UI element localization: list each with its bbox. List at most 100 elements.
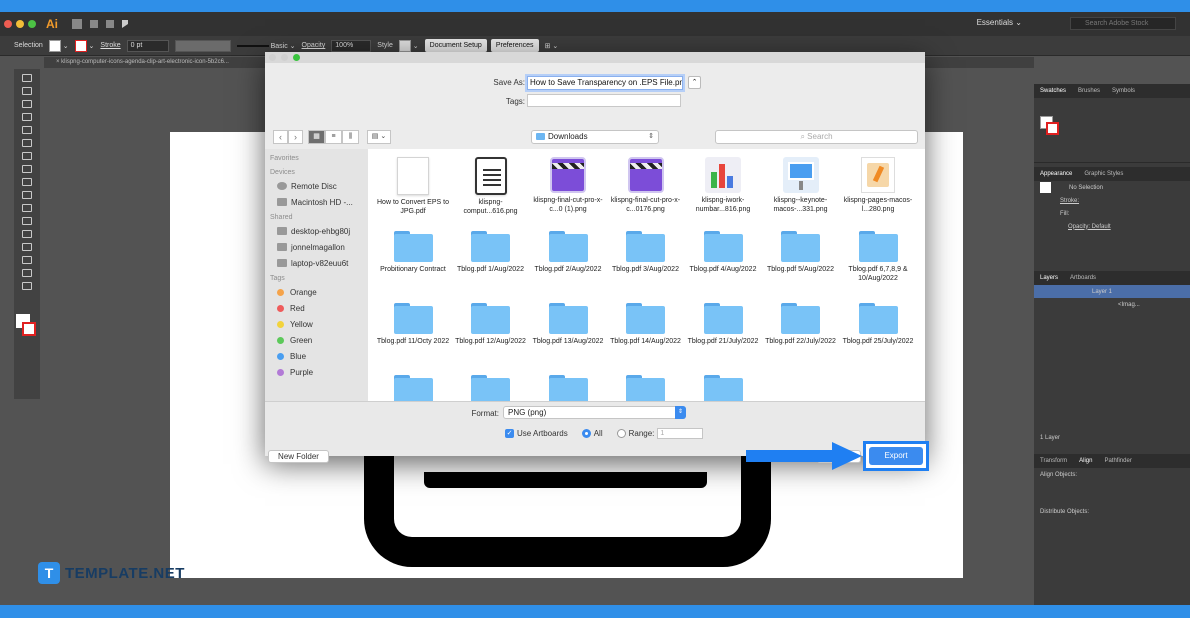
file-item[interactable]: klispng--keynote-macos-...331.png: [762, 157, 840, 214]
tab-pathfinder[interactable]: Pathfinder: [1098, 458, 1137, 464]
tab-layers[interactable]: Layers: [1034, 275, 1064, 281]
opacity-label[interactable]: Opacity: [302, 42, 326, 49]
list-view-button[interactable]: ≡: [325, 130, 342, 144]
column-view-button[interactable]: ⫼: [342, 130, 359, 144]
stock-search-input[interactable]: Search Adobe Stock: [1070, 17, 1176, 30]
dialog-close-icon[interactable]: [269, 54, 276, 61]
sidebar-tag-item[interactable]: Blue: [265, 348, 368, 364]
export-button[interactable]: Export: [869, 447, 923, 465]
tab-appearance[interactable]: Appearance: [1034, 171, 1078, 177]
align-icon[interactable]: ⊞ ⌄: [545, 42, 559, 50]
new-folder-button[interactable]: New Folder: [268, 450, 329, 463]
tab-symbols[interactable]: Symbols: [1106, 88, 1141, 94]
file-item[interactable]: klispng-pages-macos-l...280.png: [839, 157, 917, 214]
rectangle-tool-icon[interactable]: [22, 139, 32, 147]
stock-icon[interactable]: [90, 20, 98, 28]
arrange-documents-icon[interactable]: [106, 20, 114, 28]
paintbrush-tool-icon[interactable]: [22, 152, 32, 160]
type-tool-icon[interactable]: [22, 113, 32, 121]
bridge-icon[interactable]: [72, 19, 82, 29]
file-item[interactable]: Tblog.pdf 21/July/2022: [684, 303, 762, 346]
gpu-performance-icon[interactable]: [122, 20, 130, 28]
file-item[interactable]: Probitionary Contract: [374, 231, 452, 274]
free-transform-tool-icon[interactable]: [22, 230, 32, 238]
format-dropdown[interactable]: PNG (png) ⇕: [503, 406, 686, 419]
shape-builder-tool-icon[interactable]: [22, 243, 32, 251]
sublayer-row[interactable]: <Imag...: [1034, 298, 1190, 311]
save-as-input[interactable]: How to Save Transparency on .EPS File.pn…: [527, 76, 683, 90]
close-icon[interactable]: [4, 20, 12, 28]
pencil-tool-icon[interactable]: [22, 165, 32, 173]
stroke-color-icon[interactable]: [22, 322, 36, 336]
direct-selection-tool-icon[interactable]: [22, 87, 32, 95]
opacity-field[interactable]: 100%: [331, 39, 372, 52]
file-item[interactable]: Tblog.pdf 3/Aug/2022: [607, 231, 685, 274]
tab-transform[interactable]: Transform: [1034, 458, 1073, 464]
dialog-search-input[interactable]: ⌕ Search: [715, 130, 918, 144]
file-item[interactable]: klispng-final-cut-pro-x-c...0176.png: [607, 157, 685, 214]
fill-swatch[interactable]: ⌄: [48, 39, 69, 52]
file-item[interactable]: [529, 375, 607, 401]
range-input[interactable]: 1: [657, 428, 704, 439]
selection-tool-icon[interactable]: [22, 74, 32, 82]
file-item[interactable]: Tblog.pdf 5/Aug/2022: [762, 231, 840, 274]
file-item[interactable]: Tblog.pdf 4/Aug/2022: [684, 231, 762, 274]
width-tool-icon[interactable]: [22, 217, 32, 225]
tab-artboards[interactable]: Artboards: [1064, 275, 1102, 281]
file-item[interactable]: klispng-comput...616.png: [452, 157, 530, 216]
range-radio[interactable]: [616, 429, 626, 438]
dialog-zoom-icon[interactable]: [293, 54, 300, 61]
minimize-icon[interactable]: [16, 20, 24, 28]
back-button[interactable]: ‹: [273, 130, 288, 144]
brush-definition[interactable]: Basic ⌄: [236, 42, 296, 50]
opacity-row[interactable]: Opacity: Default: [1034, 220, 1190, 233]
scale-tool-icon[interactable]: [22, 204, 32, 212]
sidebar-tag-item[interactable]: Orange: [265, 284, 368, 300]
workspace-switcher[interactable]: Essentials ⌄: [977, 18, 1022, 27]
file-item[interactable]: Tblog.pdf 22/July/2022: [762, 303, 840, 346]
file-item[interactable]: [374, 375, 452, 401]
stroke-label[interactable]: Stroke: [100, 42, 120, 49]
line-tool-icon[interactable]: [22, 126, 32, 134]
forward-button[interactable]: ›: [288, 130, 303, 144]
file-item[interactable]: [607, 375, 685, 401]
sidebar-tag-item[interactable]: Red: [265, 300, 368, 316]
tab-align[interactable]: Align: [1073, 458, 1098, 464]
zoom-icon[interactable]: [28, 20, 36, 28]
expand-dialog-button[interactable]: ⌃: [688, 76, 701, 89]
sidebar-tag-item[interactable]: Yellow: [265, 316, 368, 332]
location-dropdown[interactable]: Downloads ⇕: [531, 130, 659, 144]
sidebar-item-shared[interactable]: jonnelmagallon: [265, 239, 368, 255]
file-item[interactable]: [452, 375, 530, 401]
variable-width-field[interactable]: [174, 39, 231, 52]
all-radio[interactable]: [581, 429, 591, 438]
document-setup-button[interactable]: Document Setup: [424, 39, 487, 52]
file-item[interactable]: klispng-iwork-numbar...816.png: [684, 157, 762, 214]
tags-input[interactable]: [527, 94, 681, 107]
file-item[interactable]: Tblog.pdf 11/Octy 2022: [374, 303, 452, 346]
file-item[interactable]: Tblog.pdf 14/Aug/2022: [607, 303, 685, 346]
graphic-style-swatch[interactable]: ⌄: [398, 39, 419, 52]
swatch-stroke-icon[interactable]: [1046, 122, 1059, 135]
sidebar-item-shared[interactable]: laptop-v82euu6t: [265, 255, 368, 271]
file-item[interactable]: [684, 375, 762, 401]
fill-row[interactable]: Fill:: [1034, 207, 1190, 220]
file-item[interactable]: klispng-final-cut-pro-x-c...0 (1).png: [529, 157, 607, 214]
file-item[interactable]: Tblog.pdf 2/Aug/2022: [529, 231, 607, 274]
sidebar-tag-item[interactable]: Purple: [265, 364, 368, 380]
stroke-swatch[interactable]: ⌄: [74, 39, 94, 52]
icon-view-button[interactable]: ▦: [308, 130, 325, 144]
layer-row[interactable]: Layer 1: [1034, 285, 1190, 298]
preferences-button[interactable]: Preferences: [490, 39, 539, 52]
eraser-tool-icon[interactable]: [22, 178, 32, 186]
gradient-tool-icon[interactable]: [22, 256, 32, 264]
file-item[interactable]: Tblog.pdf 12/Aug/2022: [452, 303, 530, 346]
sidebar-item-shared[interactable]: desktop-ehbg80j: [265, 223, 368, 239]
group-by-button[interactable]: ▤ ⌄: [367, 130, 391, 144]
sidebar-tag-item[interactable]: Green: [265, 332, 368, 348]
file-item[interactable]: Tblog.pdf 13/Aug/2022: [529, 303, 607, 346]
rotate-tool-icon[interactable]: [22, 191, 32, 199]
tab-brushes[interactable]: Brushes: [1072, 88, 1106, 94]
file-item[interactable]: How to Convert EPS to JPG.pdf: [374, 157, 452, 216]
sidebar-item-remote-disc[interactable]: Remote Disc: [265, 178, 368, 194]
